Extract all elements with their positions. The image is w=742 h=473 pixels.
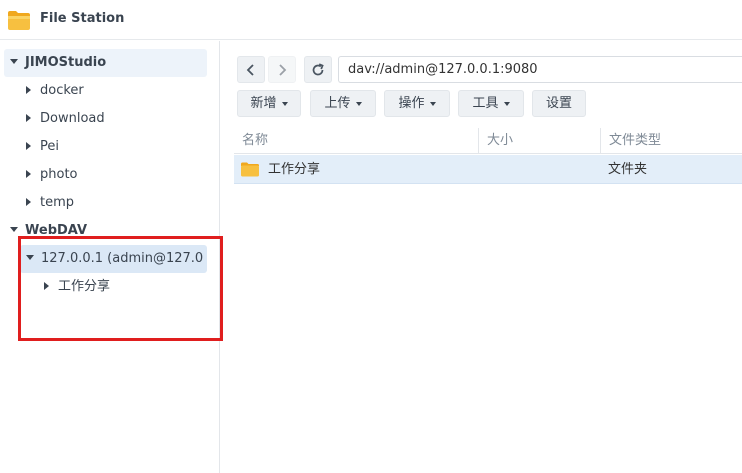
tools-button[interactable]: 工具	[458, 90, 524, 117]
sidebar-group-label: WebDAV	[25, 223, 88, 238]
upload-button[interactable]: 上传	[310, 90, 376, 117]
sidebar-item-label: 工作分享	[58, 279, 111, 294]
sidebar-item-label: docker	[40, 83, 84, 98]
settings-button[interactable]: 设置	[532, 90, 586, 117]
sidebar-item-label: 127.0.0.1 (admin@127.0	[41, 251, 204, 266]
sidebar-item-docker[interactable]: docker	[0, 77, 84, 105]
chevron-down-icon	[503, 101, 510, 106]
chevron-down-icon	[355, 101, 362, 106]
column-header-name[interactable]: 名称	[234, 128, 478, 154]
file-list-header: 名称 大小 文件类型	[234, 128, 742, 154]
sidebar: JIMOStudio docker Download Pei photo tem…	[0, 41, 220, 473]
button-label: 上传	[324, 96, 351, 111]
chevron-right-icon	[279, 63, 287, 76]
expand-caret-icon[interactable]	[10, 59, 18, 64]
button-label: 新增	[250, 96, 277, 111]
column-header-type[interactable]: 文件类型	[600, 128, 742, 154]
sidebar-item-label: temp	[40, 195, 75, 210]
button-label: 操作	[398, 96, 425, 111]
sidebar-item-label: Pei	[40, 139, 59, 154]
create-button[interactable]: 新增	[237, 90, 301, 117]
button-label: 设置	[545, 96, 572, 111]
refresh-button[interactable]	[304, 56, 332, 83]
button-label: 工具	[472, 96, 499, 111]
sidebar-item-label: Download	[40, 111, 105, 126]
sidebar-item-webdav-server[interactable]: 127.0.0.1 (admin@127.0	[20, 245, 207, 273]
collapse-caret-icon[interactable]	[26, 113, 31, 122]
table-row[interactable]: 工作分享 文件夹	[234, 155, 742, 184]
title-bar: File Station	[0, 0, 742, 40]
collapse-caret-icon[interactable]	[26, 197, 31, 206]
file-name: 工作分享	[268, 162, 321, 177]
refresh-icon	[312, 62, 324, 75]
sidebar-item-shared-folder[interactable]: 工作分享	[0, 273, 110, 301]
folder-icon	[8, 11, 30, 30]
sidebar-item-photo[interactable]: photo	[0, 161, 78, 189]
file-type: 文件夹	[608, 162, 648, 177]
collapse-caret-icon[interactable]	[26, 141, 31, 150]
collapse-caret-icon[interactable]	[26, 169, 31, 178]
collapse-caret-icon[interactable]	[26, 85, 31, 94]
sidebar-group-webdav[interactable]: WebDAV	[0, 217, 87, 245]
address-bar[interactable]: dav://admin@127.0.0.1:9080	[338, 56, 742, 83]
sidebar-item-pei[interactable]: Pei	[0, 133, 59, 161]
collapse-caret-icon[interactable]	[44, 281, 49, 290]
chevron-down-icon	[429, 101, 436, 106]
expand-caret-icon[interactable]	[10, 227, 18, 232]
sidebar-group-jimostudio[interactable]: JIMOStudio	[4, 49, 207, 77]
app-title: File Station	[40, 11, 125, 26]
chevron-down-icon	[281, 101, 288, 106]
chevron-left-icon	[246, 63, 254, 76]
forward-button[interactable]	[268, 56, 296, 83]
folder-icon	[241, 162, 259, 177]
back-button[interactable]	[237, 56, 265, 83]
sidebar-group-label: JIMOStudio	[25, 55, 107, 70]
sidebar-item-label: photo	[40, 167, 78, 182]
expand-caret-icon[interactable]	[26, 255, 34, 260]
sidebar-item-temp[interactable]: temp	[0, 189, 74, 217]
action-button[interactable]: 操作	[384, 90, 450, 117]
column-header-size[interactable]: 大小	[478, 128, 600, 154]
sidebar-item-download[interactable]: Download	[0, 105, 105, 133]
